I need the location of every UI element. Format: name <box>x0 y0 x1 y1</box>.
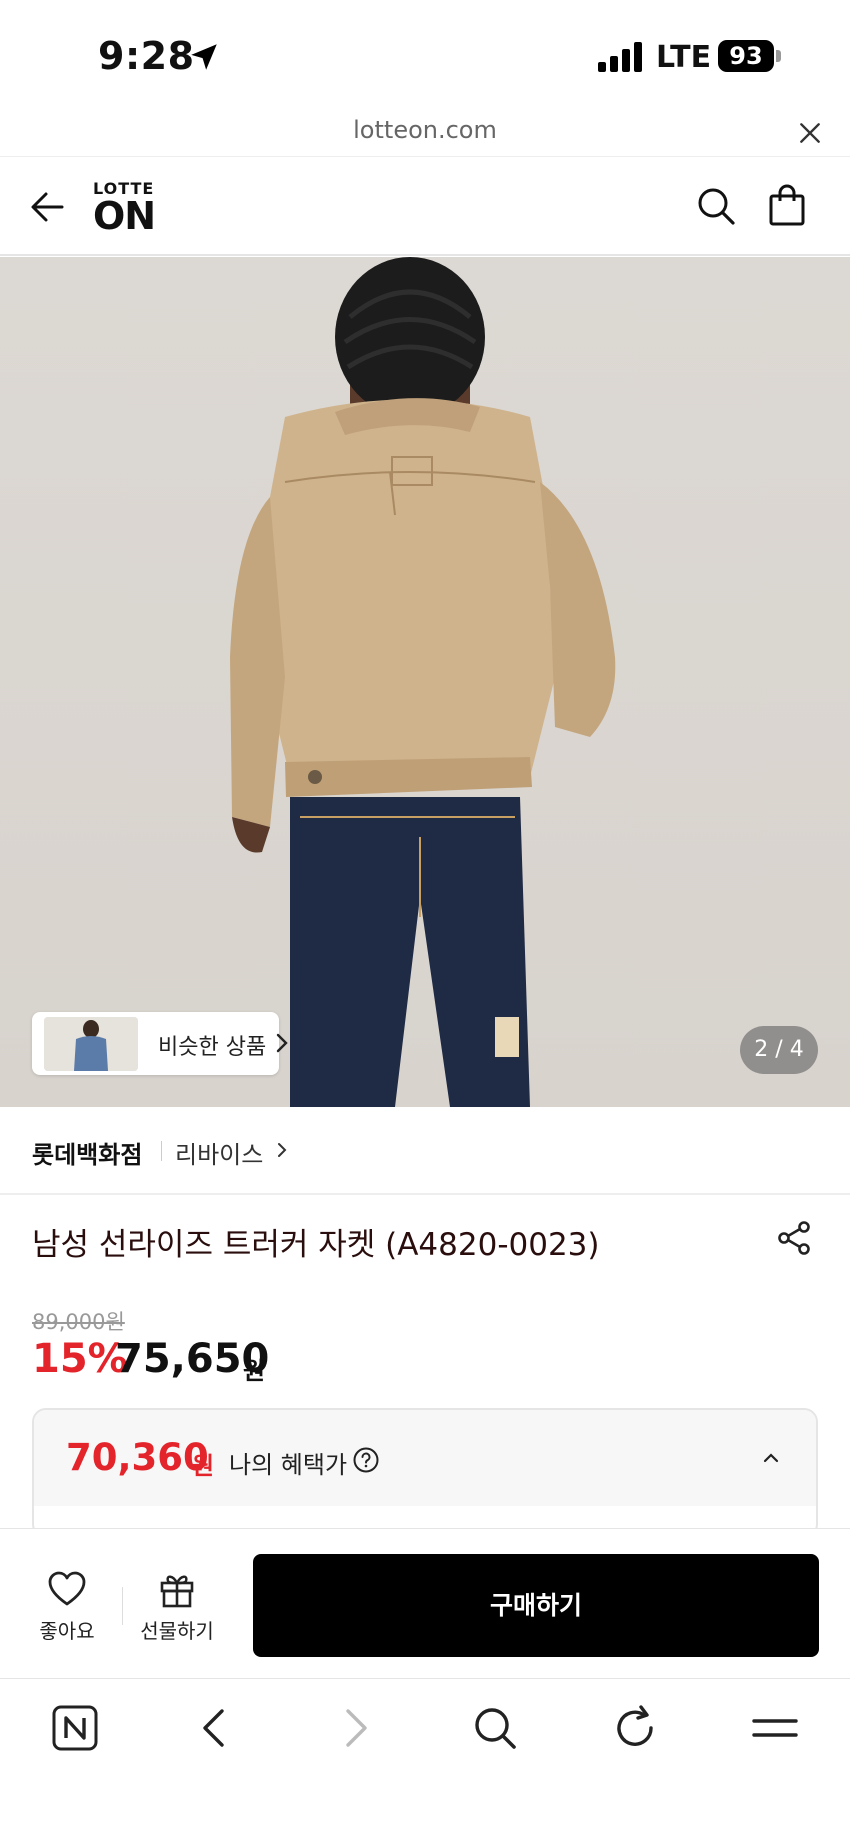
like-button[interactable]: 좋아요 <box>22 1569 112 1649</box>
similar-products-button[interactable]: 비슷한 상품 <box>32 1012 288 1075</box>
gift-icon <box>160 1575 194 1608</box>
chevron-right-icon <box>278 1143 287 1157</box>
original-price: 89,000원 <box>32 1310 125 1334</box>
similar-products-label: 비슷한 상품 <box>158 1035 267 1060</box>
benefit-price-unit: 원 <box>192 1452 215 1480</box>
like-label: 좋아요 <box>39 1619 95 1643</box>
back-icon[interactable] <box>190 1703 240 1753</box>
help-icon[interactable] <box>352 1446 380 1474</box>
gallery-page-indicator: 2 / 4 <box>740 1026 818 1074</box>
battery-tip <box>776 50 781 62</box>
product-title: 남성 선라이즈 트러커 자켓 (A4820-0023) <box>32 1227 600 1263</box>
chevron-right-icon <box>276 1033 288 1053</box>
gift-label: 선물하기 <box>140 1619 214 1643</box>
store-name[interactable]: 롯데백화점 <box>32 1135 142 1170</box>
search-icon[interactable] <box>695 185 737 227</box>
heart-icon <box>48 1571 86 1606</box>
product-photo <box>230 257 616 1107</box>
discount-rate: 15% <box>32 1336 128 1382</box>
buy-button[interactable]: 구매하기 <box>253 1554 819 1657</box>
benefit-price: 70,360 <box>66 1436 209 1479</box>
network-type: LTE <box>656 40 712 75</box>
status-time: 9:28 <box>98 34 195 78</box>
app-header: LOTTE ON <box>0 156 850 256</box>
share-icon[interactable] <box>775 1219 813 1257</box>
url-text[interactable]: lotteon.com <box>0 116 850 144</box>
benefit-price-panel[interactable]: 70,360 원 나의 혜택가 <box>32 1408 818 1538</box>
product-image-gallery[interactable]: 비슷한 상품 2 / 4 <box>0 257 850 1107</box>
refresh-icon[interactable] <box>610 1703 660 1753</box>
logo-main-text: ON <box>93 194 156 238</box>
similar-thumbnail-image <box>44 1017 138 1071</box>
menu-icon[interactable] <box>750 1703 800 1753</box>
forward-icon[interactable] <box>330 1703 380 1753</box>
brand-link[interactable]: 리바이스 <box>175 1135 263 1170</box>
chevron-up-icon[interactable] <box>762 1452 780 1464</box>
lotte-on-logo[interactable]: LOTTE ON <box>93 179 156 238</box>
brand-divider <box>161 1141 162 1161</box>
browser-url-bar: lotteon.com <box>0 110 850 156</box>
similar-thumbnail <box>44 1017 138 1071</box>
location-arrow-icon <box>191 44 217 70</box>
brand-row: 롯데백화점 리바이스 <box>0 1107 850 1195</box>
benefit-summary: 70,360 원 나의 혜택가 <box>34 1410 816 1506</box>
search-icon[interactable] <box>470 1703 520 1753</box>
benefit-label: 나의 혜택가 <box>229 1451 348 1479</box>
browser-bottom-nav <box>0 1678 850 1842</box>
gift-button[interactable]: 선물하기 <box>132 1569 222 1649</box>
sale-price-unit: 원 <box>243 1357 266 1385</box>
purchase-action-bar: 좋아요 선물하기 구매하기 <box>0 1528 850 1678</box>
signal-icon <box>598 42 644 72</box>
close-icon[interactable] <box>797 120 823 146</box>
shopping-bag-icon[interactable] <box>766 183 808 227</box>
action-divider <box>122 1587 123 1625</box>
back-arrow-icon[interactable] <box>28 187 68 227</box>
status-bar: 9:28 LTE 93 <box>0 0 850 110</box>
battery-icon: 93 <box>718 40 774 72</box>
naver-n-icon[interactable] <box>50 1703 100 1753</box>
